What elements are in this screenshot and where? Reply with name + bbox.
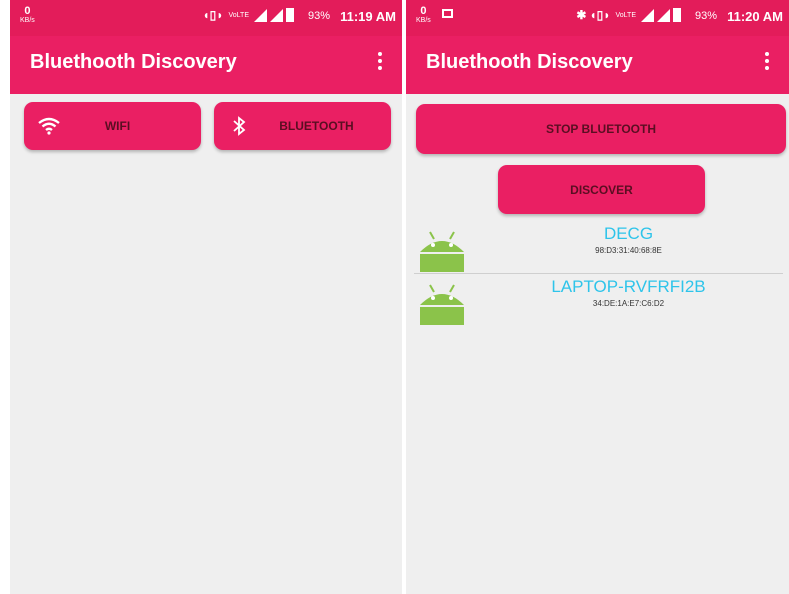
network-speed-unit: KB/s <box>416 17 431 24</box>
status-bar: 0 KB/s ◖▯◗ VoLTE 93% 11:19 AM <box>10 0 402 36</box>
device-list-item[interactable]: DECG 98:D3:31:40:68:8E <box>406 222 789 272</box>
status-time: 11:20 AM <box>727 9 783 24</box>
android-robot-icon <box>420 231 464 272</box>
bluetooth-button[interactable]: BLUETOOTH <box>214 102 391 150</box>
list-divider <box>414 273 783 274</box>
device-name: LAPTOP-RVFRFI2B <box>551 277 706 296</box>
network-speed: 0 KB/s <box>20 6 35 26</box>
discover-button[interactable]: DISCOVER <box>498 165 705 214</box>
signal-icon <box>254 8 267 22</box>
vibrate-icon: ◖▯◗ <box>202 8 224 22</box>
battery-percent: 93% <box>694 10 717 22</box>
battery-percent: 93% <box>307 10 330 22</box>
overflow-menu-icon[interactable] <box>378 52 384 73</box>
device-address: 34:DE:1A:E7:C6:D2 <box>592 299 665 308</box>
volte-label: VoLTE <box>228 11 250 19</box>
screen-right: 0 KB/s ✱ ◖▯◗ VoLTE 93% 11:20 AM Bluethoo… <box>406 0 789 594</box>
volte-label: VoLTE <box>615 11 637 19</box>
vibrate-icon: ◖▯◗ <box>589 8 611 22</box>
stop-bluetooth-button[interactable]: STOP BLUETOOTH <box>416 104 786 154</box>
wifi-button[interactable]: WIFI <box>24 102 201 150</box>
stop-bluetooth-label: STOP BLUETOOTH <box>545 122 656 136</box>
screen-left: 0 KB/s ◖▯◗ VoLTE 93% 11:19 AM Bluethooth… <box>10 0 402 594</box>
discover-label: DISCOVER <box>570 182 633 197</box>
bluetooth-button-label: BLUETOOTH <box>279 119 354 133</box>
android-robot-icon <box>420 284 464 325</box>
status-time: 11:19 AM <box>340 9 396 24</box>
signal-icon-2 <box>270 8 283 22</box>
status-icons: ◖▯◗ VoLTE <box>202 8 294 22</box>
device-address: 98:D3:31:40:68:8E <box>595 246 662 255</box>
device-list-item[interactable]: LAPTOP-RVFRFI2B 34:DE:1A:E7:C6:D2 <box>406 275 789 325</box>
app-bar: Bluethooth Discovery <box>406 36 789 94</box>
status-icons: ✱ ◖▯◗ VoLTE <box>576 8 681 22</box>
signal-icon <box>641 8 654 22</box>
app-title: Bluethooth Discovery <box>30 51 237 73</box>
wifi-icon <box>38 117 60 135</box>
battery-icon <box>673 8 681 22</box>
network-speed-unit: KB/s <box>20 17 35 24</box>
device-name: DECG <box>603 224 654 243</box>
signal-icon-2 <box>657 8 670 22</box>
app-bar: Bluethooth Discovery <box>10 36 402 94</box>
bluetooth-icon <box>233 116 246 136</box>
wifi-button-label: WIFI <box>104 119 131 133</box>
screenshot-notification-icon <box>442 9 453 18</box>
status-bar: 0 KB/s ✱ ◖▯◗ VoLTE 93% 11:20 AM <box>406 0 789 36</box>
network-speed: 0 KB/s <box>416 6 431 26</box>
overflow-menu-icon[interactable] <box>765 52 771 73</box>
app-title: Bluethooth Discovery <box>426 51 633 73</box>
battery-icon <box>286 8 294 22</box>
bluetooth-status-icon: ✱ <box>576 8 587 22</box>
